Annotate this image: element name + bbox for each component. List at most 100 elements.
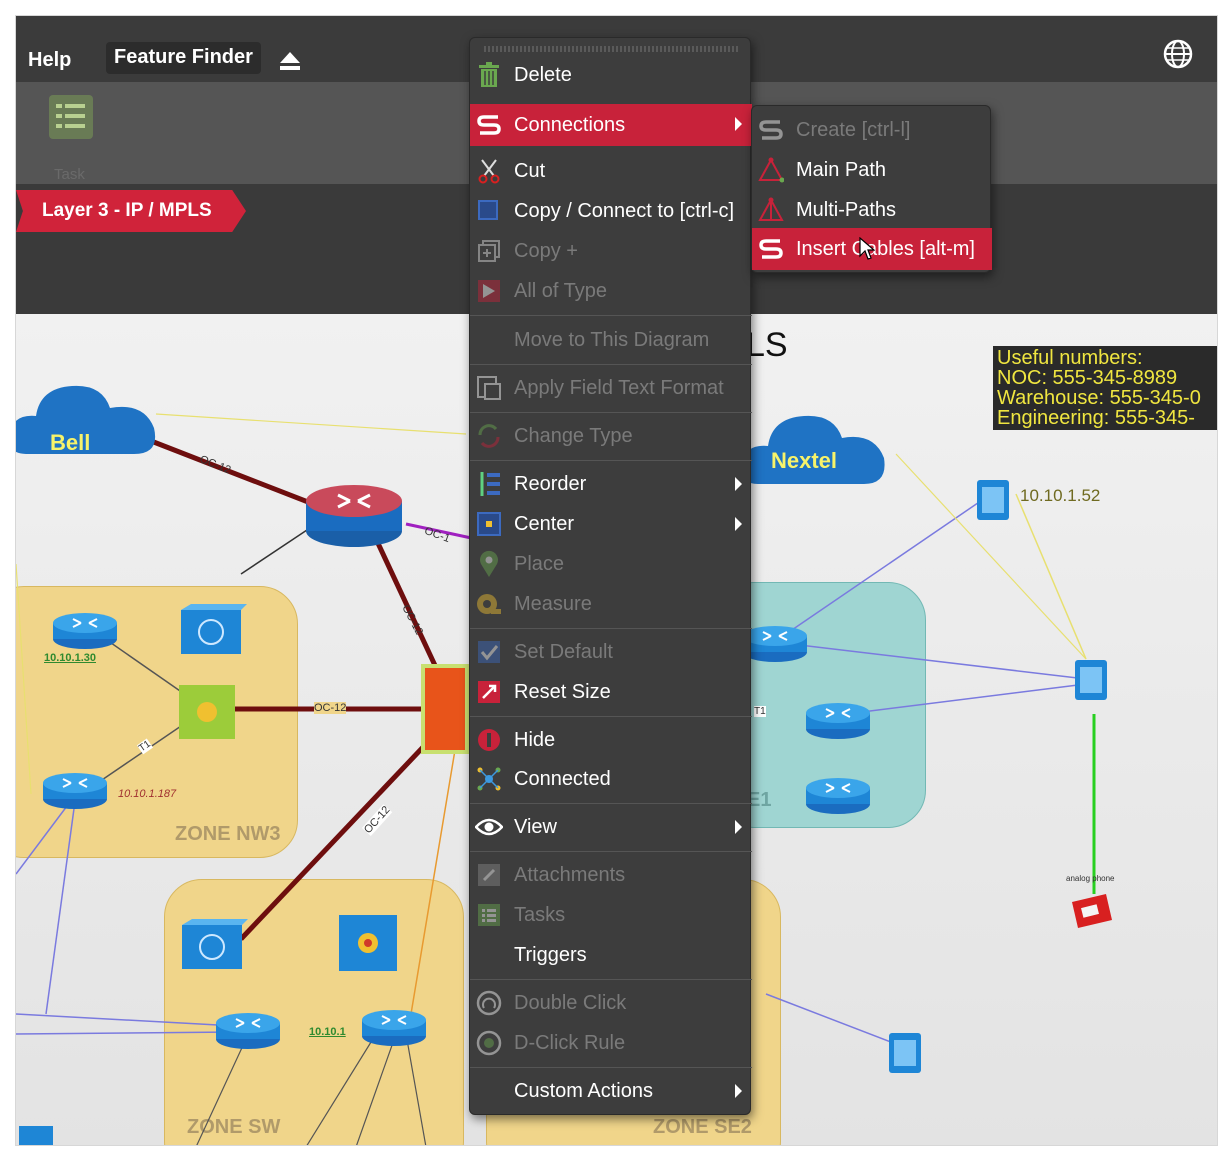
firewall-icon[interactable] [178,684,236,740]
eye-icon [474,812,504,842]
menu-item-label: All of Type [514,279,608,302]
menu-item-measure[interactable]: Measure [470,584,752,624]
help-menu[interactable]: Help [28,49,71,72]
menu-item-label: Center [514,512,575,535]
context-menu: Delete Connections Cut Copy / Connect to… [469,37,752,1115]
menu-item-set-default[interactable]: Set Default [470,632,752,672]
analog-phone-icon[interactable] [1066,892,1114,932]
core-switch-icon[interactable] [421,664,469,754]
device-ip-label: 10.10.1.187 [118,788,177,800]
menu-item-double-click[interactable]: Double Click [470,983,752,1023]
task-label[interactable]: Task [54,166,85,183]
submenu-item-multi-paths[interactable]: Multi-Paths [752,190,992,230]
menu-item-move-to-diagram[interactable]: Move to This Diagram [470,320,752,360]
globe-icon[interactable] [1162,38,1194,75]
menu-item-triggers[interactable]: Triggers [470,935,752,975]
place-icon [474,549,504,579]
router-icon[interactable] [214,1009,282,1051]
menu-separator [470,716,752,717]
menu-item-view[interactable]: View [470,807,752,847]
attachment-icon [474,860,504,890]
bell-cloud-label: Bell [50,430,91,455]
menu-item-change-type[interactable]: Change Type [470,416,752,456]
router-icon[interactable] [804,699,872,741]
menu-item-delete[interactable]: Delete [470,55,752,95]
menu-item-hide[interactable]: Hide [470,720,752,760]
submenu-item-create[interactable]: Create [ctrl-l] [752,110,992,150]
menu-separator [470,315,752,316]
menu-separator [470,364,752,365]
menu-item-label: Measure [514,592,592,615]
menu-item-cut[interactable]: Cut [470,151,752,191]
router-icon[interactable] [41,769,109,811]
double-click-icon [474,988,504,1018]
task-icon[interactable] [48,94,94,145]
link-label-t1: T1 [754,706,766,717]
menu-item-label: Copy + [514,239,578,262]
ip-phone-icon[interactable] [1074,659,1108,701]
menu-item-place[interactable]: Place [470,544,752,584]
menu-item-label: Attachments [514,863,626,886]
menu-item-label: Cut [514,159,546,182]
menu-item-custom-actions[interactable]: Custom Actions [470,1071,752,1111]
measure-icon [474,589,504,619]
menu-item-label: Connected [514,767,611,790]
useful-numbers-note[interactable]: Useful numbers: NOC: 555-345-8989 Wareho… [993,346,1217,430]
switch-icon[interactable] [180,919,248,971]
menu-item-label: D-Click Rule [514,1031,626,1054]
layer-tag[interactable]: Layer 3 - IP / MPLS [16,190,246,232]
scissors-icon [474,156,504,186]
phone-ip-label: 10.10.1.52 [1020,486,1101,505]
menu-separator [470,1067,752,1068]
router-icon[interactable] [51,609,119,651]
useful-numbers-line: NOC: 555-345-8989 [997,367,1178,389]
menu-item-copy-plus[interactable]: Copy + [470,231,752,271]
menu-item-label: Apply Field Text Format [514,376,724,399]
menu-item-reset-size[interactable]: Reset Size [470,672,752,712]
router-ip-label: 10.10.1.30 [44,652,96,664]
menu-item-reorder[interactable]: Reorder [470,464,752,504]
menu-separator [470,412,752,413]
change-type-icon [474,421,504,451]
d-click-rule-icon [474,1028,504,1058]
menu-grip[interactable] [484,46,738,52]
menu-separator [470,979,752,980]
main-path-icon [756,155,786,185]
switch-icon[interactable] [19,1122,55,1146]
menu-item-tasks[interactable]: Tasks [470,895,752,935]
menu-item-d-click-rule[interactable]: D-Click Rule [470,1023,752,1063]
access-point-icon[interactable] [338,914,398,972]
menu-item-label: Reorder [514,472,587,495]
menu-item-label: Double Click [514,991,627,1014]
submenu-item-main-path[interactable]: Main Path [752,150,992,190]
insert-cables-icon [756,234,786,264]
menu-item-connected[interactable]: Connected [470,759,752,799]
useful-numbers-line: Warehouse: 555-345-0 [997,387,1201,409]
submenu-item-label: Main Path [796,158,887,181]
useful-numbers-line: Useful numbers: [997,347,1143,369]
feature-finder-button[interactable]: Feature Finder [106,42,261,74]
eject-icon[interactable] [279,50,301,77]
menu-item-label: Change Type [514,424,633,447]
ip-phone-icon[interactable] [888,1032,922,1074]
submenu-item-label: Insert Cables [alt-m] [796,237,975,260]
mouse-cursor-icon [859,236,876,266]
menu-item-all-of-type[interactable]: All of Type [470,271,752,311]
menu-item-label: Triggers [514,943,587,966]
router-icon[interactable] [360,1006,428,1048]
router-icon[interactable] [804,774,872,816]
submenu-arrow-icon [735,517,742,531]
menu-item-connections[interactable]: Connections [470,104,752,146]
ip-phone-icon[interactable] [976,479,1010,521]
core-router-icon[interactable] [304,479,404,551]
menu-item-copy-connect[interactable]: Copy / Connect to [ctrl-c] [470,191,752,231]
menu-separator [470,628,752,629]
menu-item-label: Set Default [514,640,613,663]
menu-item-attachments[interactable]: Attachments [470,855,752,895]
switch-icon[interactable] [179,604,247,656]
menu-item-apply-field-text-format[interactable]: Apply Field Text Format [470,368,752,408]
menu-item-label: Reset Size [514,680,611,703]
nextel-cloud-icon[interactable] [738,396,888,491]
menu-item-center[interactable]: Center [470,504,752,544]
trash-icon [474,60,504,90]
